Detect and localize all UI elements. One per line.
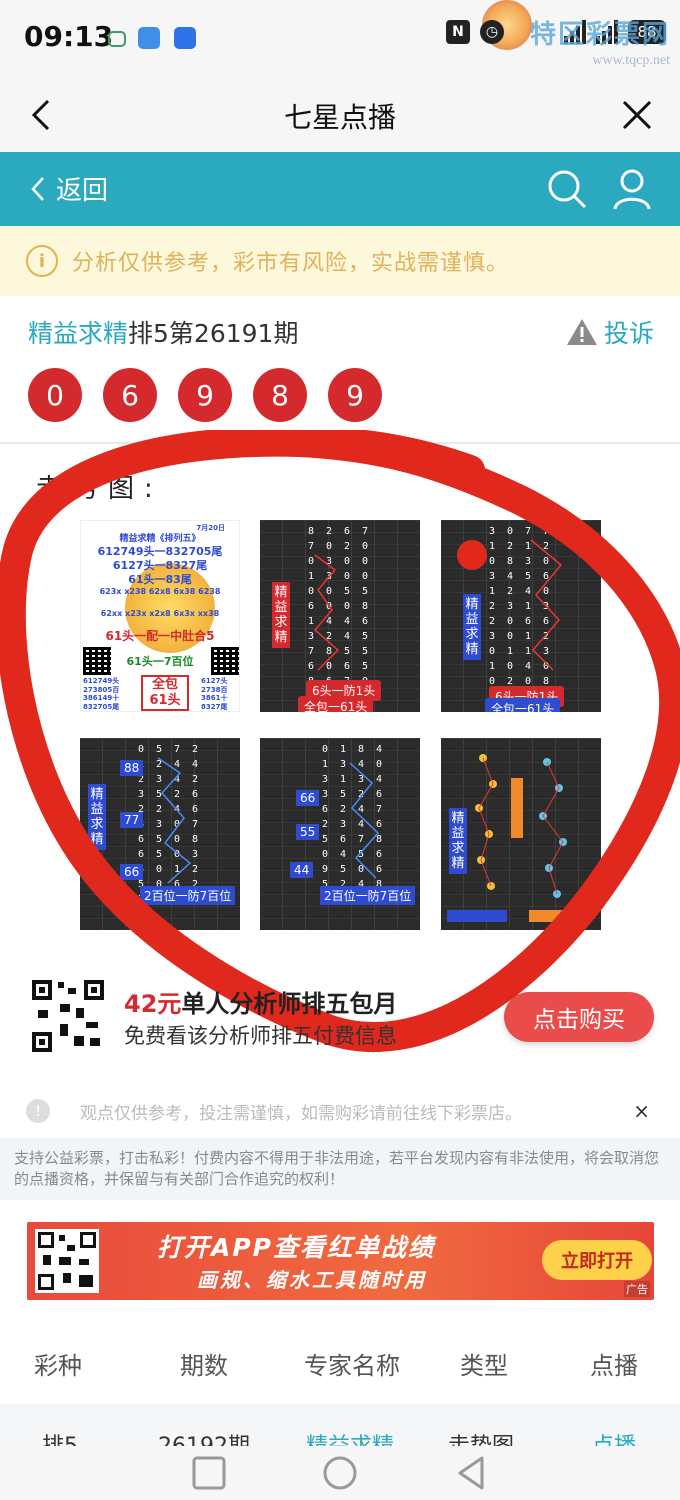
info-icon: ! <box>26 1099 50 1123</box>
poster-left-list: 612749头 273805百 386149十 832705尾 <box>83 677 120 711</box>
user-icon[interactable] <box>612 168 652 210</box>
recents-square-icon[interactable] <box>190 1454 228 1492</box>
number-ball: 6 <box>103 368 157 422</box>
weather-icon <box>138 27 160 49</box>
chevron-left-icon <box>31 176 44 201</box>
poster-right-list: 6127头 2738百 3861十 8327尾 <box>201 677 228 711</box>
cell-type: 走势图 <box>448 1434 515 1448</box>
back-triangle-icon[interactable] <box>452 1454 490 1492</box>
status-bar: 09:13 N ◷ 88 特区彩票网 www.tqcp.net <box>0 0 680 78</box>
divider <box>0 442 680 444</box>
search-icon[interactable] <box>546 168 588 210</box>
open-app-button[interactable]: 立即打开 <box>542 1240 652 1280</box>
nav-bar: 返回 <box>0 152 680 226</box>
alarm-icon: ◷ <box>480 20 504 44</box>
analyst-name[interactable]: 精益求精 <box>28 319 128 348</box>
trend-image-2[interactable]: 8267 7020 0300 1300 0055 6008 1446 3245 7855 6065… <box>260 520 420 712</box>
info-icon: i <box>26 245 58 277</box>
column-header: 期数 <box>180 1351 228 1380</box>
notice-bar: ! 观点仅供参考，投注需谨慎，如需购彩请前往线下彩票店。 × <box>0 1090 680 1132</box>
trend-image-poster[interactable]: 7月20日 精益求精《排列五》 612749头一832705尾 6127头一83… <box>80 520 240 712</box>
cell-play[interactable]: 点播 <box>592 1428 636 1448</box>
buy-button[interactable]: 点击购买 <box>504 992 654 1042</box>
table-header: 彩种 期数 专家名称 类型 点播 <box>0 1325 680 1401</box>
trend-image-5[interactable]: 0184 1340 3134 3526 6247 2346 5678 0456 9506 5248… <box>260 738 420 930</box>
analyst-heading: 精益求精排5第26191期 <box>28 314 298 350</box>
trend-image-3[interactable]: 3077 1212 0830 3456 1240 2313 2066 3012 0113 1040… <box>441 520 601 712</box>
issue-text: 排5第26191期 <box>128 319 299 348</box>
nfc-icon: N <box>446 20 470 44</box>
promo-price: 42元 <box>124 990 182 1018</box>
promo-subtitle: 免费看该分析师排五付费信息 <box>124 1024 397 1048</box>
trend-image-6[interactable]: 精益求精 <box>441 738 601 930</box>
column-header: 彩种 <box>34 1351 82 1380</box>
thumb-tag: 全包一61头 <box>298 696 374 712</box>
notice-text: 观点仅供参考，投注需谨慎，如需购彩请前往线下彩票店。 <box>80 1103 522 1124</box>
promo-title: 42元单人分析师排五包月 <box>124 990 398 1018</box>
disclaimer-text: 支持公益彩票，打击私彩！付费内容不得用于非法用途，若平台发现内容有非法使用，将会… <box>0 1138 680 1200</box>
number-ball: 9 <box>178 368 232 422</box>
poster-line: 61头一7百位 <box>126 655 194 668</box>
thumb-tag: 2百位一防7百位 <box>140 886 236 905</box>
close-icon[interactable]: × <box>633 1099 650 1123</box>
watermark-url: www.tqcp.net <box>592 53 670 68</box>
back-label: 返回 <box>56 176 109 206</box>
warning-triangle-icon <box>566 319 597 345</box>
watermark-text: 特区彩票网 <box>529 20 670 50</box>
back-button[interactable]: 返回 <box>30 170 108 207</box>
title-bar: 七星点播 <box>0 78 680 152</box>
poster-line: 61头一83尾 <box>128 573 192 586</box>
poster-line: 623x x238 62x8 6x38 6238 <box>99 587 221 596</box>
trend-image-4[interactable]: 0572 1244 2342 3526 2246 8307 6508 6503 4012 5062… <box>80 738 240 930</box>
risk-warning: i 分析仅供参考，彩市有风险，实战需谨慎。 <box>0 226 680 296</box>
banner-title: 打开APP查看红单战绩 <box>157 1233 435 1262</box>
thumb-tag: 全包一61头 <box>485 698 561 712</box>
banner-subtitle: 画规、缩水工具随时用 <box>197 1268 427 1292</box>
column-header: 点播 <box>590 1351 638 1380</box>
number-ball: 9 <box>328 368 382 422</box>
cell-expert[interactable]: 精益求精 <box>306 1428 394 1448</box>
number-ball: 8 <box>253 368 307 422</box>
cell-issue: 26192期 <box>158 1434 250 1448</box>
column-header: 类型 <box>460 1351 508 1380</box>
home-icon <box>108 31 126 47</box>
poster-box: 全包 61头 <box>141 675 189 711</box>
home-circle-icon[interactable] <box>321 1454 359 1492</box>
trend-chart-label: 走势图: <box>36 474 163 504</box>
app-banner-ad[interactable]: 打开APP查看红单战绩 画规、缩水工具随时用 立即打开 广告 <box>27 1222 654 1300</box>
column-header: 专家名称 <box>304 1351 400 1380</box>
table-row: 排5 26192期 精益求精 走势图 点播 <box>0 1404 680 1448</box>
watermark: 特区彩票网 www.tqcp.net <box>530 14 670 69</box>
poster-line: 62xx x23x x2x8 6x3x xx38 <box>100 609 220 618</box>
warning-text: 分析仅供参考，彩市有风险，实战需谨慎。 <box>72 251 510 276</box>
system-nav-bar <box>0 1446 680 1500</box>
qr-code-icon <box>30 978 106 1054</box>
number-ball: 0 <box>28 368 82 422</box>
qr-code-icon <box>35 1229 99 1293</box>
upload-app-icon <box>174 27 196 49</box>
close-icon[interactable] <box>620 98 654 132</box>
page-title: 七星点播 <box>283 101 396 134</box>
complaint-label: 投诉 <box>603 319 654 348</box>
cell-lottery: 排5 <box>42 1434 78 1448</box>
poster-line: 61头一配一中肚合5 <box>105 629 215 643</box>
ad-label: 广告 <box>624 1281 650 1297</box>
number-balls: 0 6 9 8 9 <box>28 368 382 422</box>
thumb-tag: 2百位一防7百位 <box>320 886 416 905</box>
complaint-button[interactable]: 投诉 <box>566 314 654 350</box>
status-time: 09:13 <box>24 20 114 53</box>
